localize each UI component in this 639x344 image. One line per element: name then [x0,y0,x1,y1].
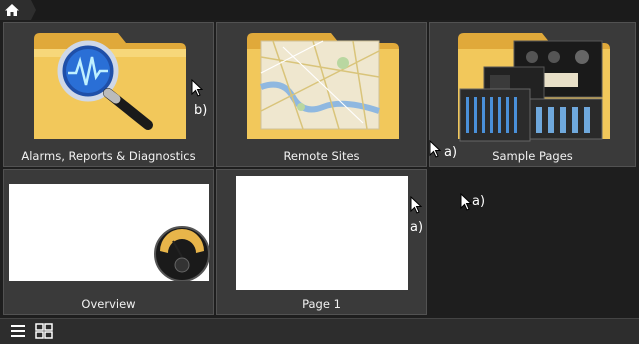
tile-alarms-reports-diagnostics[interactable]: Alarms, Reports & Diagnostics [3,22,214,167]
home-button[interactable] [0,0,36,20]
tile-overview[interactable]: Overview [3,169,214,315]
page-thumbnail [236,176,408,290]
tile-label: Sample Pages [492,149,573,163]
tile-label: Overview [81,297,136,311]
mouse-pointer-icon [429,140,441,158]
tile-sample-pages[interactable]: Sample Pages [429,22,636,167]
annotation-label: b) [194,103,208,118]
tile-label: Alarms, Reports & Diagnostics [21,149,196,163]
equipment-folder-icon [458,33,610,142]
magnifier-pulse-folder-icon [34,33,186,139]
gauge-icon [154,226,210,281]
tile-label: Page 1 [302,297,341,311]
map-folder-icon [247,33,399,139]
annotation-label: a) [410,220,424,235]
tile-label: Remote Sites [283,149,360,163]
mouse-pointer-icon [410,196,422,214]
breadcrumb-bar [0,0,639,20]
mouse-pointer-icon [191,79,203,97]
home-icon [5,4,19,16]
annotation-label: a) [472,194,486,209]
tile-page-1[interactable]: Page 1 [216,169,427,315]
view-toolbar [0,318,639,344]
mouse-pointer-icon [460,193,472,211]
list-view-icon[interactable] [10,323,26,339]
annotation-label: a) [444,145,458,160]
grid-view-icon[interactable] [35,323,53,339]
tile-remote-sites[interactable]: Remote Sites [216,22,427,167]
